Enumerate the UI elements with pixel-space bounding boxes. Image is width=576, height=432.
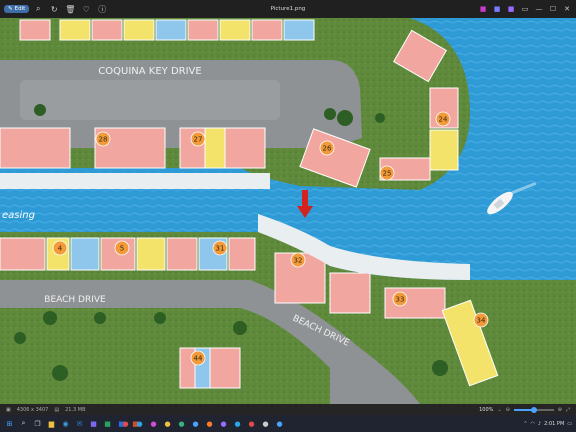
chevron-down-icon[interactable]: ⌄ — [497, 407, 501, 413]
rotate-icon[interactable]: ↻ — [47, 3, 61, 15]
filesize-text: 21.3 MB — [65, 406, 86, 413]
zoom-slider[interactable] — [513, 406, 554, 413]
building-number: 31 — [216, 245, 225, 253]
close-icon[interactable]: ✕ — [562, 4, 572, 14]
fit-icon[interactable]: ⤢ — [566, 407, 570, 413]
dimensions-text: 4306 x 3407 — [16, 406, 49, 413]
app-icon-j[interactable]: ● — [246, 418, 257, 429]
app-icon-d[interactable]: ● — [162, 418, 173, 429]
search-icon[interactable]: ⌕ — [18, 418, 29, 429]
volume-icon[interactable]: ♪ — [538, 421, 541, 427]
building-badge: 5 — [114, 240, 130, 256]
building-number: 27 — [194, 136, 203, 144]
building-badge: 32 — [290, 252, 306, 268]
building-number: 32 — [294, 257, 303, 265]
building-badge: 31 — [212, 240, 228, 256]
maximize-icon[interactable]: ☐ — [548, 4, 558, 14]
north-boat-slips — [0, 173, 270, 189]
zoom-slider-knob[interactable] — [530, 406, 537, 413]
folder-icon[interactable]: ▆ — [46, 418, 57, 429]
block-28-27 — [0, 127, 266, 169]
app-icon-e[interactable]: ● — [176, 418, 187, 429]
wifi-icon[interactable]: ◠ — [531, 421, 535, 427]
building-badge: 33 — [392, 291, 408, 307]
teams-icon[interactable]: ■ — [88, 418, 99, 429]
app-icon-l[interactable]: ● — [274, 418, 285, 429]
app-icon-4[interactable]: ▭ — [520, 4, 530, 14]
heart-icon[interactable]: ♡ — [79, 3, 93, 15]
app-icon-1[interactable]: ■ — [478, 4, 488, 14]
building-badge: 26 — [319, 140, 335, 156]
building-number: 28 — [99, 136, 108, 144]
building-badge: 28 — [95, 131, 111, 147]
app-icon-c[interactable]: ● — [148, 418, 159, 429]
delete-icon[interactable]: 🗑 — [63, 3, 77, 15]
notification-icon[interactable]: ▭ — [567, 421, 572, 427]
status-bar: ▣ 4306 x 3407 ▤ 21.3 MB 100% ⌄ ⊖ ⊕ ⤢ — [0, 404, 576, 415]
chevron-up-icon[interactable]: ⌃ — [523, 421, 527, 427]
street-label-coquina: COQUINA KEY DRIVE — [98, 66, 201, 77]
street-label-beach-left: BEACH DRIVE — [44, 295, 106, 305]
building-number: 33 — [396, 296, 405, 304]
app-icon-a[interactable]: ● — [120, 418, 131, 429]
leasing-label: easing — [2, 210, 35, 221]
building-number: 4 — [58, 245, 63, 253]
building-number: 26 — [323, 145, 332, 153]
building-number: 44 — [194, 355, 203, 363]
building-badge: 27 — [190, 131, 206, 147]
info-icon[interactable]: ⓘ — [95, 3, 109, 15]
zoom-in-icon[interactable]: ⊕ — [558, 407, 562, 413]
edit-button[interactable]: ✎ Edit — [4, 5, 30, 13]
minimize-icon[interactable]: — — [534, 4, 544, 14]
app-icon-2[interactable]: ■ — [492, 4, 502, 14]
app-icon-h[interactable]: ● — [218, 418, 229, 429]
building-number: 34 — [477, 317, 486, 325]
image-viewer[interactable]: 28 27 26 25 24 4 5 31 32 33 34 44 COQUINA KEY DRIVE… — [0, 18, 576, 404]
building-badge: 25 — [379, 165, 395, 181]
clock-text[interactable]: 2:01 PM — [544, 421, 564, 427]
zoom-icon[interactable]: ⌕ — [31, 3, 45, 15]
app-icon-f[interactable]: ● — [190, 418, 201, 429]
building-badge: 24 — [435, 111, 451, 127]
start-icon[interactable]: ⊞ — [4, 418, 15, 429]
building-number: 25 — [383, 170, 392, 178]
building-badge: 34 — [473, 312, 489, 328]
community-map: 28 27 26 25 24 4 5 31 32 33 34 44 COQUINA KEY DRIVE… — [0, 18, 576, 404]
image-icon: ▣ — [6, 406, 11, 413]
app-icon-g[interactable]: ● — [204, 418, 215, 429]
app-icon-i[interactable]: ● — [232, 418, 243, 429]
disk-icon: ▤ — [54, 406, 60, 413]
taskbar: ⊞ ⌕ ❐ ▆ ◉ ✉ ■ ■ ■ ■ ● ● ● ● ● ● ● ● ● ● … — [0, 415, 576, 432]
building-badge: 4 — [52, 240, 68, 256]
app-icon-3[interactable]: ■ — [506, 4, 516, 14]
excel-icon[interactable]: ■ — [102, 418, 113, 429]
pencil-icon: ✎ — [8, 6, 13, 12]
mail-icon[interactable]: ✉ — [74, 418, 85, 429]
building-number: 24 — [439, 116, 448, 124]
app-icon-k[interactable]: ● — [260, 418, 271, 429]
building-number: 5 — [120, 245, 124, 253]
zoom-value[interactable]: 100% — [479, 407, 493, 413]
zoom-out-icon[interactable]: ⊖ — [506, 407, 510, 413]
app-icon-b[interactable]: ● — [134, 418, 145, 429]
building-badge: 44 — [190, 350, 206, 366]
task-view-icon[interactable]: ❐ — [32, 418, 43, 429]
browser-icon[interactable]: ◉ — [60, 418, 71, 429]
north-parking-lot — [20, 80, 280, 120]
top-building-row — [19, 19, 315, 41]
title-bar: ✎ Edit ⌕ ↻ 🗑 ♡ ⓘ Picture1.png ■ ■ ■ ▭ — ☐… — [0, 0, 576, 18]
